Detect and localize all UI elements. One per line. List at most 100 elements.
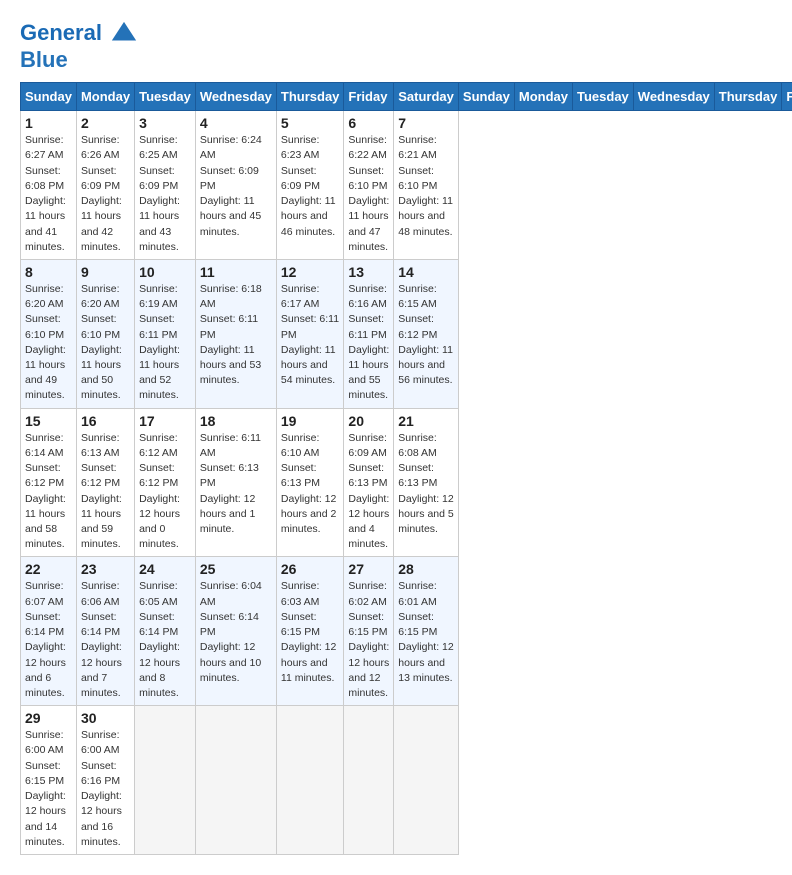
day-detail: Sunrise: 6:02 AM Sunset: 6:15 PM Dayligh… [348, 579, 389, 701]
day-detail: Sunrise: 6:00 AM Sunset: 6:15 PM Dayligh… [25, 728, 72, 850]
day-number: 20 [348, 413, 389, 429]
page-header: General Blue [20, 20, 772, 72]
day-cell-26: 26 Sunrise: 6:03 AM Sunset: 6:15 PM Dayl… [276, 557, 344, 706]
day-cell-6: 6 Sunrise: 6:22 AM Sunset: 6:10 PM Dayli… [344, 111, 394, 260]
day-detail: Sunrise: 6:20 AM Sunset: 6:10 PM Dayligh… [25, 282, 72, 404]
day-cell-28: 28 Sunrise: 6:01 AM Sunset: 6:15 PM Dayl… [394, 557, 459, 706]
day-number: 7 [398, 115, 454, 131]
day-cell-5: 5 Sunrise: 6:23 AM Sunset: 6:09 PM Dayli… [276, 111, 344, 260]
day-cell-9: 9 Sunrise: 6:20 AM Sunset: 6:10 PM Dayli… [76, 259, 134, 408]
day-number: 4 [200, 115, 272, 131]
day-cell-1: 1 Sunrise: 6:27 AM Sunset: 6:08 PM Dayli… [21, 111, 77, 260]
calendar-week-2: 8 Sunrise: 6:20 AM Sunset: 6:10 PM Dayli… [21, 259, 792, 408]
day-cell-7: 7 Sunrise: 6:21 AM Sunset: 6:10 PM Dayli… [394, 111, 459, 260]
calendar-table: SundayMondayTuesdayWednesdayThursdayFrid… [20, 82, 792, 855]
day-cell-19: 19 Sunrise: 6:10 AM Sunset: 6:13 PM Dayl… [276, 408, 344, 557]
logo: General Blue [20, 20, 138, 72]
col-header-wednesday: Wednesday [195, 83, 276, 111]
day-detail: Sunrise: 6:11 AM Sunset: 6:13 PM Dayligh… [200, 431, 272, 538]
day-detail: Sunrise: 6:07 AM Sunset: 6:14 PM Dayligh… [25, 579, 72, 701]
day-detail: Sunrise: 6:19 AM Sunset: 6:11 PM Dayligh… [139, 282, 191, 404]
col-header-sunday: Sunday [21, 83, 77, 111]
calendar-week-4: 22 Sunrise: 6:07 AM Sunset: 6:14 PM Dayl… [21, 557, 792, 706]
day-number: 8 [25, 264, 72, 280]
day-detail: Sunrise: 6:13 AM Sunset: 6:12 PM Dayligh… [81, 431, 130, 553]
day-number: 26 [281, 561, 340, 577]
col-header-monday: Monday [514, 83, 572, 111]
day-number: 11 [200, 264, 272, 280]
calendar-header-row: SundayMondayTuesdayWednesdayThursdayFrid… [21, 83, 792, 111]
day-number: 3 [139, 115, 191, 131]
day-number: 24 [139, 561, 191, 577]
empty-cell [394, 706, 459, 855]
day-cell-18: 18 Sunrise: 6:11 AM Sunset: 6:13 PM Dayl… [195, 408, 276, 557]
day-number: 25 [200, 561, 272, 577]
day-number: 22 [25, 561, 72, 577]
day-detail: Sunrise: 6:14 AM Sunset: 6:12 PM Dayligh… [25, 431, 72, 553]
day-number: 30 [81, 710, 130, 726]
day-detail: Sunrise: 6:04 AM Sunset: 6:14 PM Dayligh… [200, 579, 272, 686]
day-detail: Sunrise: 6:23 AM Sunset: 6:09 PM Dayligh… [281, 133, 340, 240]
day-detail: Sunrise: 6:12 AM Sunset: 6:12 PM Dayligh… [139, 431, 191, 553]
day-cell-10: 10 Sunrise: 6:19 AM Sunset: 6:11 PM Dayl… [135, 259, 196, 408]
day-number: 13 [348, 264, 389, 280]
day-cell-4: 4 Sunrise: 6:24 AM Sunset: 6:09 PM Dayli… [195, 111, 276, 260]
day-number: 27 [348, 561, 389, 577]
day-cell-16: 16 Sunrise: 6:13 AM Sunset: 6:12 PM Dayl… [76, 408, 134, 557]
day-detail: Sunrise: 6:25 AM Sunset: 6:09 PM Dayligh… [139, 133, 191, 255]
col-header-friday: Friday [344, 83, 394, 111]
day-detail: Sunrise: 6:09 AM Sunset: 6:13 PM Dayligh… [348, 431, 389, 553]
day-detail: Sunrise: 6:06 AM Sunset: 6:14 PM Dayligh… [81, 579, 130, 701]
day-cell-2: 2 Sunrise: 6:26 AM Sunset: 6:09 PM Dayli… [76, 111, 134, 260]
day-number: 29 [25, 710, 72, 726]
day-detail: Sunrise: 6:22 AM Sunset: 6:10 PM Dayligh… [348, 133, 389, 255]
day-cell-27: 27 Sunrise: 6:02 AM Sunset: 6:15 PM Dayl… [344, 557, 394, 706]
day-number: 2 [81, 115, 130, 131]
col-header-thursday: Thursday [714, 83, 782, 111]
day-cell-12: 12 Sunrise: 6:17 AM Sunset: 6:11 PM Dayl… [276, 259, 344, 408]
day-detail: Sunrise: 6:10 AM Sunset: 6:13 PM Dayligh… [281, 431, 340, 538]
day-detail: Sunrise: 6:16 AM Sunset: 6:11 PM Dayligh… [348, 282, 389, 404]
day-cell-30: 30 Sunrise: 6:00 AM Sunset: 6:16 PM Dayl… [76, 706, 134, 855]
day-detail: Sunrise: 6:24 AM Sunset: 6:09 PM Dayligh… [200, 133, 272, 240]
day-detail: Sunrise: 6:17 AM Sunset: 6:11 PM Dayligh… [281, 282, 340, 389]
day-number: 17 [139, 413, 191, 429]
calendar-week-1: 1 Sunrise: 6:27 AM Sunset: 6:08 PM Dayli… [21, 111, 792, 260]
day-cell-14: 14 Sunrise: 6:15 AM Sunset: 6:12 PM Dayl… [394, 259, 459, 408]
day-number: 5 [281, 115, 340, 131]
day-number: 15 [25, 413, 72, 429]
day-detail: Sunrise: 6:26 AM Sunset: 6:09 PM Dayligh… [81, 133, 130, 255]
col-header-tuesday: Tuesday [573, 83, 634, 111]
day-cell-24: 24 Sunrise: 6:05 AM Sunset: 6:14 PM Dayl… [135, 557, 196, 706]
day-cell-23: 23 Sunrise: 6:06 AM Sunset: 6:14 PM Dayl… [76, 557, 134, 706]
col-header-thursday: Thursday [276, 83, 344, 111]
empty-cell [276, 706, 344, 855]
day-number: 9 [81, 264, 130, 280]
day-detail: Sunrise: 6:21 AM Sunset: 6:10 PM Dayligh… [398, 133, 454, 240]
day-cell-22: 22 Sunrise: 6:07 AM Sunset: 6:14 PM Dayl… [21, 557, 77, 706]
logo-text: General Blue [20, 20, 138, 72]
day-number: 19 [281, 413, 340, 429]
day-cell-25: 25 Sunrise: 6:04 AM Sunset: 6:14 PM Dayl… [195, 557, 276, 706]
day-cell-13: 13 Sunrise: 6:16 AM Sunset: 6:11 PM Dayl… [344, 259, 394, 408]
day-detail: Sunrise: 6:18 AM Sunset: 6:11 PM Dayligh… [200, 282, 272, 389]
day-number: 14 [398, 264, 454, 280]
col-header-friday: Friday [782, 83, 792, 111]
day-number: 18 [200, 413, 272, 429]
day-detail: Sunrise: 6:08 AM Sunset: 6:13 PM Dayligh… [398, 431, 454, 538]
day-number: 23 [81, 561, 130, 577]
empty-cell [344, 706, 394, 855]
empty-cell [135, 706, 196, 855]
col-header-sunday: Sunday [458, 83, 514, 111]
calendar-week-5: 29 Sunrise: 6:00 AM Sunset: 6:15 PM Dayl… [21, 706, 792, 855]
day-detail: Sunrise: 6:00 AM Sunset: 6:16 PM Dayligh… [81, 728, 130, 850]
day-detail: Sunrise: 6:03 AM Sunset: 6:15 PM Dayligh… [281, 579, 340, 686]
empty-cell [195, 706, 276, 855]
col-header-wednesday: Wednesday [633, 83, 714, 111]
day-cell-15: 15 Sunrise: 6:14 AM Sunset: 6:12 PM Dayl… [21, 408, 77, 557]
day-number: 10 [139, 264, 191, 280]
col-header-monday: Monday [76, 83, 134, 111]
day-number: 12 [281, 264, 340, 280]
day-detail: Sunrise: 6:05 AM Sunset: 6:14 PM Dayligh… [139, 579, 191, 701]
col-header-saturday: Saturday [394, 83, 459, 111]
